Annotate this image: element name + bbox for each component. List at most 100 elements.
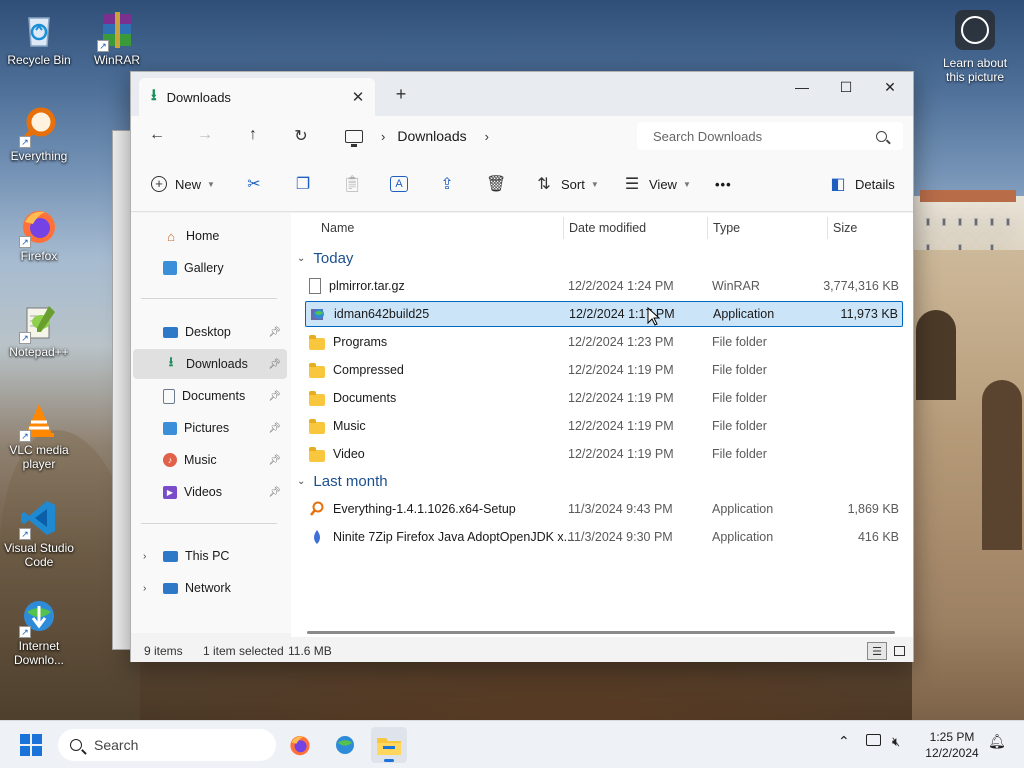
sidebar-item-gallery[interactable]: Gallery (133, 253, 287, 283)
table-row[interactable]: Ninite 7Zip Firefox Java AdoptOpenJDK x.… (305, 524, 903, 550)
notifications-button[interactable]: 🔔︎ (988, 733, 1006, 750)
start-button[interactable] (20, 734, 42, 756)
sidebar-item-this-pc[interactable]: › This PC (133, 541, 287, 571)
refresh-button[interactable]: ↻ (289, 126, 313, 146)
minimize-button[interactable]: — (779, 72, 825, 102)
table-row[interactable]: Everything-1.4.1.1026.x64-Setup 11/3/202… (305, 496, 903, 522)
sidebar-item-downloads[interactable]: ⭳ Downloads 📌︎ (133, 349, 287, 379)
forward-button[interactable]: → (193, 126, 217, 146)
sidebar-item-pictures[interactable]: Pictures 📌︎ (133, 413, 287, 443)
chevron-right-icon[interactable]: › (485, 129, 489, 144)
search-input[interactable]: Search Downloads (637, 122, 903, 150)
sidebar-item-label: Desktop (185, 325, 231, 339)
pin-icon[interactable]: 📌︎ (268, 327, 281, 338)
details-pane-button[interactable]: ◧ Details (829, 156, 895, 212)
tray-network-icon[interactable] (866, 733, 881, 749)
table-row[interactable]: Video 12/2/2024 1:19 PM File folder (305, 441, 903, 467)
copy-button[interactable]: ❐ (294, 156, 320, 212)
desktop-icon-vlc[interactable]: ↗ VLC media player (0, 400, 78, 471)
tray-volume-icon[interactable]: 🔇︎ (892, 733, 900, 750)
horizontal-scrollbar[interactable] (307, 631, 895, 634)
chevron-down-icon: ▼ (207, 179, 215, 189)
table-row-selected[interactable]: idman642build25 12/2/2024 1:17 PM Applic… (305, 301, 903, 327)
chevron-right-icon[interactable]: › (143, 551, 146, 562)
sidebar-item-videos[interactable]: ▶ Videos 📌︎ (133, 477, 287, 507)
table-row[interactable]: Programs 12/2/2024 1:23 PM File folder (305, 329, 903, 355)
table-row[interactable]: Music 12/2/2024 1:19 PM File folder (305, 413, 903, 439)
learn-about-picture[interactable]: Learn about this picture (940, 10, 1010, 84)
sidebar-item-documents[interactable]: Documents 📌︎ (133, 381, 287, 411)
desktop-icon-vscode[interactable]: ↗ Visual Studio Code (0, 498, 78, 569)
file-name: Everything-1.4.1.1026.x64-Setup (333, 502, 516, 516)
desktop-icon-recycle-bin[interactable]: Recycle Bin (0, 10, 78, 67)
desktop-icon-idm[interactable]: ↗ Internet Downlo... (0, 596, 78, 667)
column-divider[interactable] (827, 217, 828, 239)
desktop-icon-label: VLC media player (9, 443, 69, 471)
column-divider[interactable] (707, 217, 708, 239)
desktop-icon-firefox[interactable]: ↗ Firefox (0, 206, 78, 263)
new-button[interactable]: + New ▼ (151, 156, 215, 212)
file-name: plmirror.tar.gz (329, 279, 405, 293)
paste-button[interactable]: 📋︎ (342, 156, 368, 212)
column-divider[interactable] (563, 217, 564, 239)
desktop-icon-winrar[interactable]: ↗ WinRAR (78, 10, 156, 67)
group-header-today[interactable]: ⌄ Today (297, 245, 353, 271)
table-row[interactable]: Compressed 12/2/2024 1:19 PM File folder (305, 357, 903, 383)
taskbar-idm[interactable] (327, 727, 363, 763)
column-header-name[interactable]: Name (321, 213, 354, 243)
maximize-button[interactable]: ☐ (823, 72, 869, 102)
view-button[interactable]: ☰ View ▼ (623, 156, 691, 212)
share-button[interactable]: ⇪ (438, 156, 464, 212)
details-view-button[interactable]: ☰ (867, 642, 887, 660)
close-tab-button[interactable]: ✕ (347, 88, 369, 106)
tab-downloads[interactable]: ⭳ Downloads ✕ (139, 78, 375, 116)
home-icon: ⌂ (167, 228, 175, 244)
column-header-type[interactable]: Type (713, 213, 740, 243)
pin-icon[interactable]: 📌︎ (268, 487, 281, 498)
pin-icon[interactable]: 📌︎ (268, 391, 281, 402)
sidebar-item-home[interactable]: ⌂ Home (133, 221, 287, 251)
column-header-size[interactable]: Size (833, 213, 857, 243)
breadcrumb[interactable]: › Downloads › (333, 122, 631, 150)
chevron-right-icon[interactable]: › (143, 583, 146, 594)
sidebar-item-desktop[interactable]: Desktop 📌︎ (133, 317, 287, 347)
chevron-right-icon[interactable]: › (381, 129, 385, 144)
file-size: 11,973 KB (840, 307, 898, 321)
selection-size: 11.6 MB (288, 643, 332, 658)
desktop-icon-notepadpp[interactable]: ↗ Notepad++ (0, 302, 78, 359)
details-pane-icon: ◧ (830, 176, 846, 193)
item-count: 9 items (144, 643, 183, 658)
up-button[interactable]: ↑ (241, 126, 265, 146)
file-name: Ninite 7Zip Firefox Java AdoptOpenJDK x.… (333, 530, 573, 544)
delete-button[interactable]: 🗑︎ (486, 156, 512, 212)
cut-button[interactable]: ✂ (245, 156, 271, 212)
sidebar-item-network[interactable]: › Network (133, 573, 287, 603)
new-tab-button[interactable]: + (389, 84, 413, 105)
pin-icon[interactable]: 📌︎ (268, 455, 281, 466)
pin-icon[interactable]: 📌︎ (268, 359, 281, 370)
show-hidden-icons-button[interactable]: ⌃ (838, 733, 850, 750)
taskbar-firefox[interactable] (282, 727, 318, 763)
title-bar[interactable]: ⭳ Downloads ✕ + — ☐ ✕ (131, 72, 913, 116)
rename-button[interactable]: A (390, 156, 416, 212)
chevron-down-icon: ▼ (590, 179, 599, 189)
pin-icon[interactable]: 📌︎ (268, 423, 281, 434)
back-button[interactable]: ← (145, 126, 169, 146)
file-type: Application (712, 502, 774, 516)
breadcrumb-current[interactable]: Downloads (397, 128, 466, 144)
sidebar-item-music[interactable]: ♪ Music 📌︎ (133, 445, 287, 475)
sort-button[interactable]: ⇅ Sort ▼ (535, 156, 599, 212)
tiles-view-button[interactable] (889, 642, 909, 660)
table-row[interactable]: Documents 12/2/2024 1:19 PM File folder (305, 385, 903, 411)
desktop-icon-everything[interactable]: ↗ Everything (0, 106, 78, 163)
file-type: WinRAR (712, 279, 760, 293)
table-row[interactable]: plmirror.tar.gz 12/2/2024 1:24 PM WinRAR… (305, 273, 903, 299)
more-options-button[interactable]: ••• (715, 156, 732, 212)
taskbar-file-explorer[interactable] (371, 727, 407, 763)
clock[interactable]: 1:25 PM 12/2/2024 (918, 729, 986, 761)
group-header-last-month[interactable]: ⌄ Last month (297, 468, 388, 494)
close-window-button[interactable]: ✕ (867, 72, 913, 102)
column-header-date[interactable]: Date modified (569, 213, 646, 243)
details-label: Details (855, 176, 895, 192)
taskbar-search-box[interactable]: Search (58, 729, 276, 761)
